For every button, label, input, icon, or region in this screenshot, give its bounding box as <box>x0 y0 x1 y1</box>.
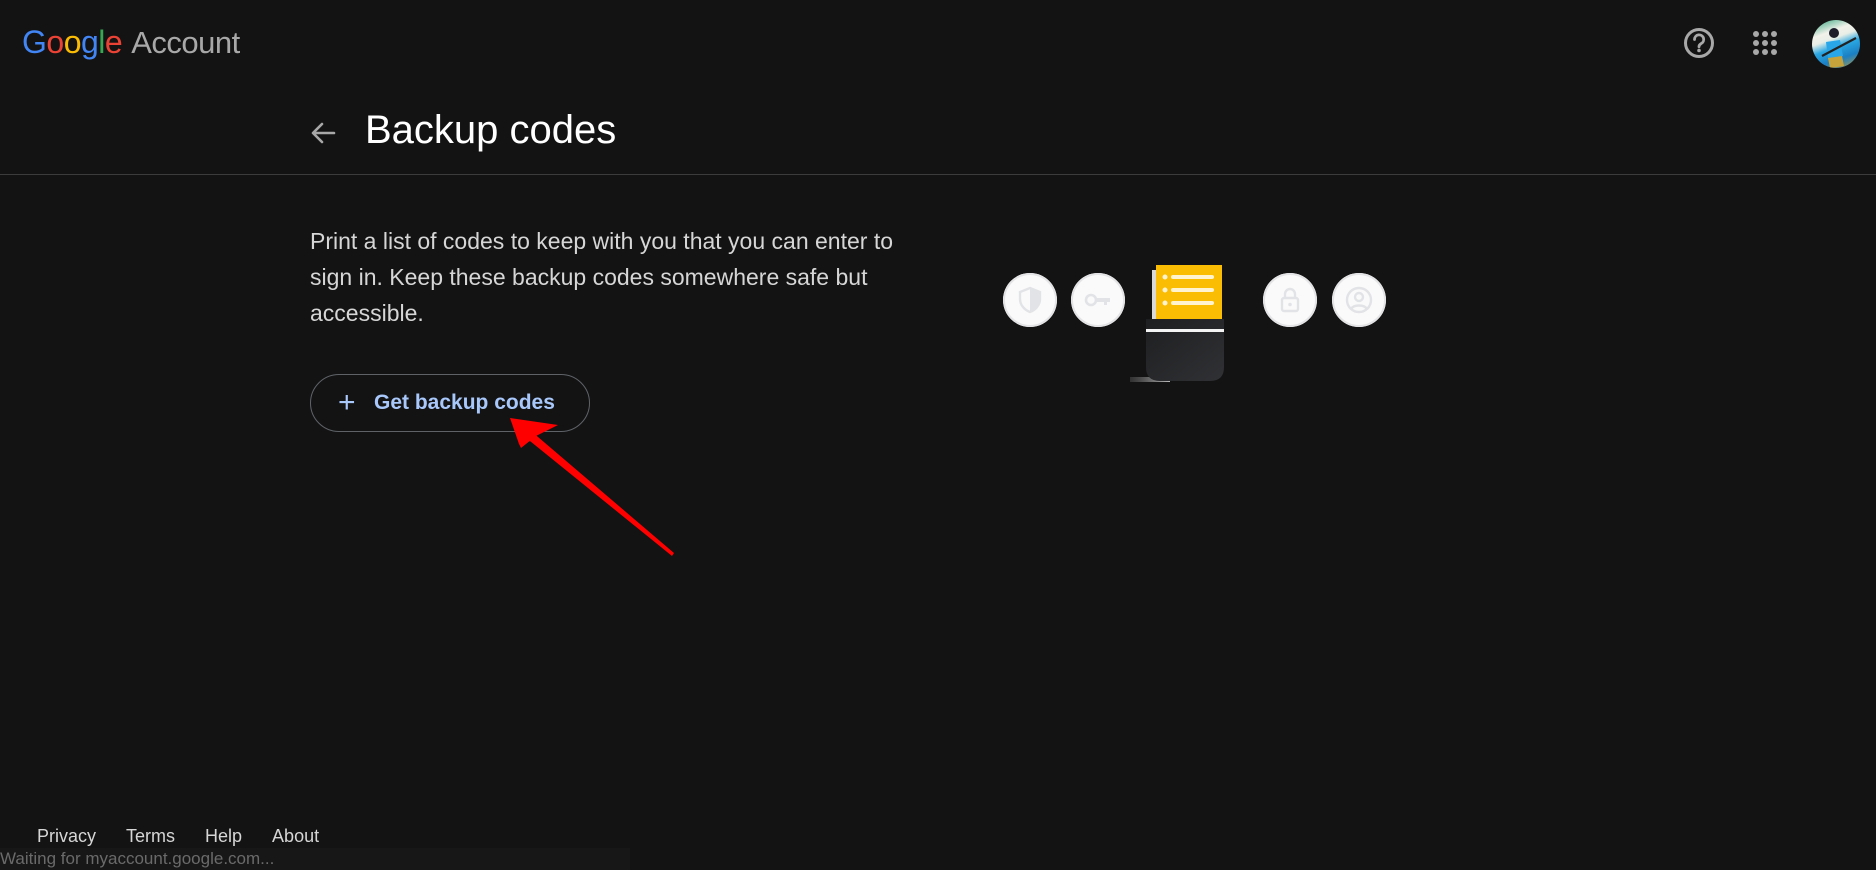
lock-icon <box>1280 287 1300 313</box>
person-icon <box>1345 286 1373 314</box>
google-account-logo[interactable]: Google Account <box>22 24 240 61</box>
page-title: Backup codes <box>365 108 617 152</box>
back-button[interactable] <box>306 116 340 150</box>
help-circle-icon <box>1684 28 1714 58</box>
avatar-image <box>1821 28 1857 68</box>
shield-circle <box>1003 273 1057 327</box>
help-button[interactable] <box>1682 26 1716 60</box>
backup-codes-card <box>1130 265 1224 382</box>
account-avatar[interactable] <box>1812 20 1860 68</box>
header-divider <box>0 174 1876 175</box>
footer-link-help[interactable]: Help <box>205 826 242 847</box>
get-backup-codes-button[interactable]: + Get backup codes <box>310 374 590 432</box>
arrow-left-icon <box>311 122 336 144</box>
get-backup-codes-label: Get backup codes <box>374 391 555 414</box>
logo-letter: G <box>22 24 47 60</box>
footer-link-privacy[interactable]: Privacy <box>37 826 96 847</box>
footer-link-about[interactable]: About <box>272 826 319 847</box>
logo-letter: o <box>46 24 64 60</box>
backup-codes-illustration <box>990 255 1410 395</box>
logo-letter: e <box>104 24 123 60</box>
key-circle <box>1071 273 1125 327</box>
browser-status-bar: Waiting for myaccount.google.com... <box>0 848 630 870</box>
logo-letter: g <box>80 24 99 60</box>
footer-link-terms[interactable]: Terms <box>126 826 175 847</box>
card-paper <box>1156 265 1222 325</box>
person-circle <box>1332 273 1386 327</box>
shield-icon <box>1018 286 1042 314</box>
logo-letter: l <box>98 24 105 60</box>
key-icon <box>1084 293 1110 307</box>
plus-icon: + <box>338 386 356 419</box>
red-annotation-arrow <box>510 418 674 556</box>
google-apps-button[interactable] <box>1748 26 1782 60</box>
lock-circle <box>1263 273 1317 327</box>
logo-letter: o <box>63 24 82 60</box>
card-pocket <box>1146 319 1224 381</box>
apps-grid-icon <box>1753 31 1777 55</box>
page-description: Print a list of codes to keep with you t… <box>310 228 893 326</box>
top-bar: Google Account <box>0 0 1876 90</box>
product-name: Account <box>131 25 240 60</box>
arrow-shaft <box>525 431 674 556</box>
footer-links: Privacy Terms Help About <box>37 826 349 847</box>
